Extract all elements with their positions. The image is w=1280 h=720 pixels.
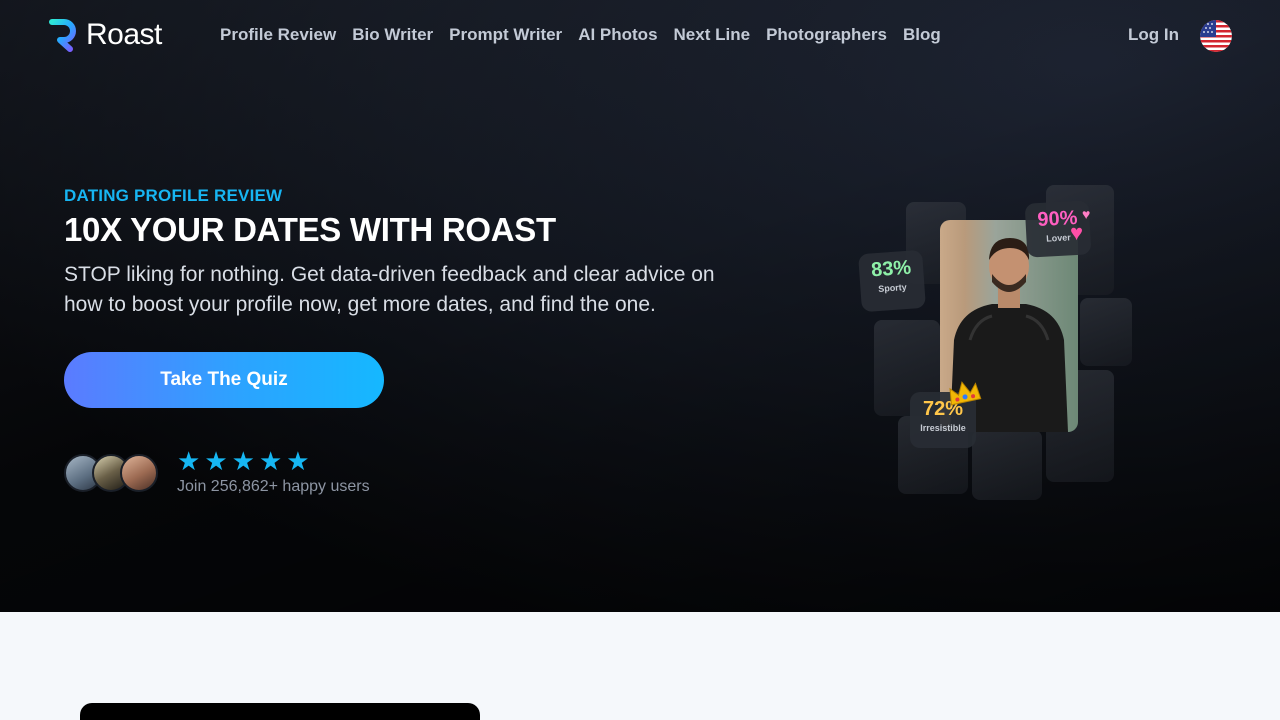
user-avatars [64, 454, 160, 494]
hearts-icon: ♥ [1082, 206, 1091, 222]
badge-label: Sporty [877, 282, 908, 294]
hero-section: Roast Profile Review Bio Writer Prompt W… [0, 0, 1280, 612]
star-icon: ★ [231, 446, 255, 476]
us-flag-icon[interactable] [1200, 20, 1232, 52]
logo[interactable]: Roast [48, 18, 162, 52]
avatar [120, 454, 158, 492]
star-icon: ★ [177, 446, 201, 476]
social-proof-text: Join 256,862+ happy users [177, 478, 370, 495]
top-nav: Roast Profile Review Bio Writer Prompt W… [0, 0, 1280, 72]
content-card [80, 703, 480, 720]
roast-logo-icon [49, 19, 76, 52]
nav-link-next-line[interactable]: Next Line [674, 25, 751, 45]
nav-link-profile-review[interactable]: Profile Review [220, 25, 336, 45]
collage-tile [972, 430, 1042, 500]
nav-link-prompt-writer[interactable]: Prompt Writer [449, 25, 562, 45]
hero-subtext: STOP liking for nothing. Get data-driven… [64, 263, 715, 316]
nav-links: Profile Review Bio Writer Prompt Writer … [220, 25, 941, 45]
nav-link-photographers[interactable]: Photographers [766, 25, 887, 45]
hero-eyebrow: DATING PROFILE REVIEW [64, 186, 283, 205]
badge-label: Irresistible [920, 423, 966, 433]
hero-headline: 10X YOUR DATES WITH ROAST [64, 211, 556, 248]
login-link[interactable]: Log In [1128, 25, 1179, 45]
profile-collage: 83% Sporty 90% Lover ♥ ♥ 72% Irresistibl… [850, 180, 1150, 510]
take-quiz-button[interactable]: Take The Quiz [64, 352, 384, 408]
star-icon: ★ [286, 446, 310, 476]
hearts-icon: ♥ [1070, 220, 1084, 245]
rating-stars: ★ ★ ★ ★ ★ [177, 448, 310, 474]
star-icon: ★ [204, 446, 228, 476]
nav-link-ai-photos[interactable]: AI Photos [578, 25, 657, 45]
badge-value: 83% [870, 256, 912, 282]
nav-link-bio-writer[interactable]: Bio Writer [352, 25, 433, 45]
trait-badge-sporty: 83% Sporty [858, 249, 926, 313]
star-icon: ★ [258, 446, 283, 476]
nav-link-blog[interactable]: Blog [903, 25, 941, 45]
collage-tile [1080, 298, 1132, 366]
brand-name: Roast [86, 18, 162, 51]
